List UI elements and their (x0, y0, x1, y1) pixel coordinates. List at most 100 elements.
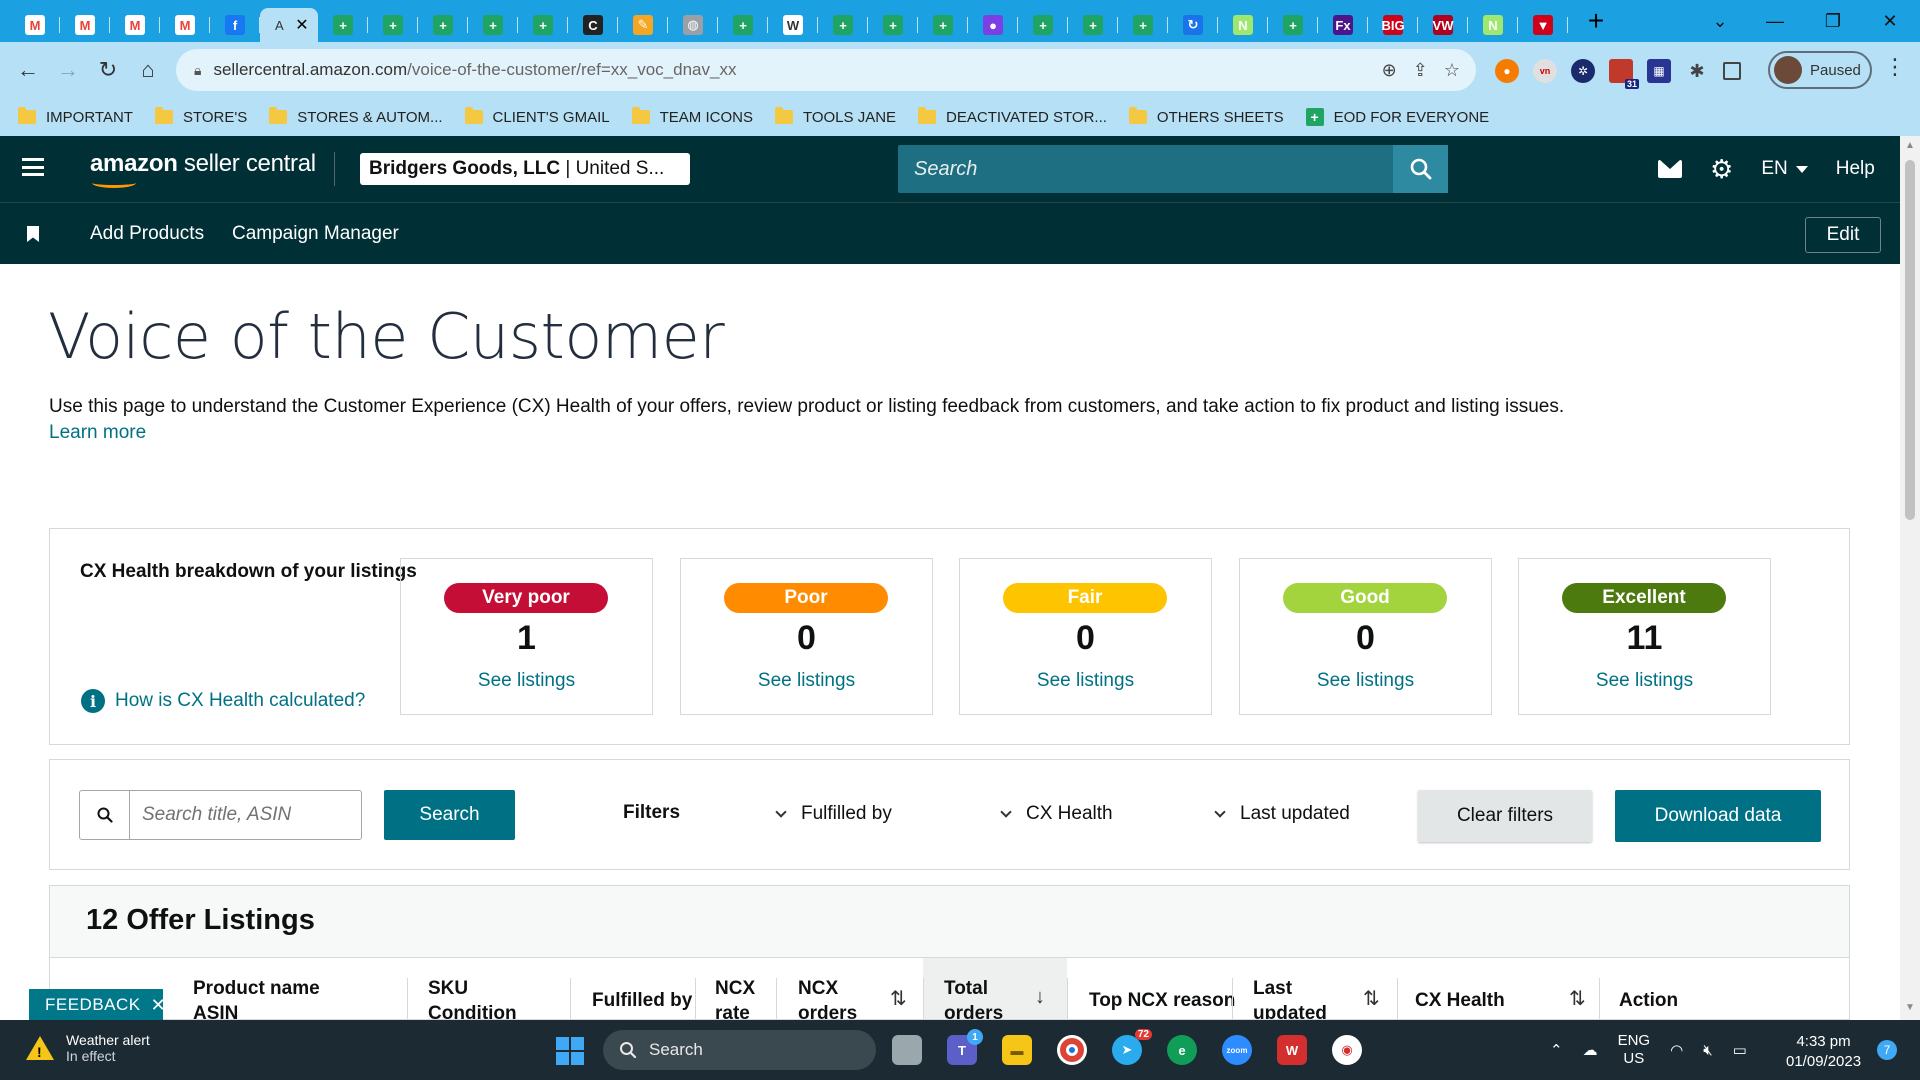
browser-tab[interactable]: ▼ (1518, 8, 1568, 42)
column-header[interactable]: Action (1619, 988, 1678, 1013)
profile-button[interactable]: Paused (1768, 51, 1872, 89)
browser-menu-icon[interactable]: ⋮ (1884, 54, 1906, 80)
browser-tab[interactable]: + (318, 8, 368, 42)
browser-tab[interactable]: + (418, 8, 468, 42)
column-header[interactable]: Top NCX reason (1089, 988, 1235, 1013)
minimize-icon[interactable]: — (1745, 0, 1805, 42)
bookmark-icon[interactable] (27, 226, 39, 242)
account-switcher[interactable]: Bridgers Goods, LLC | United S... (360, 153, 690, 185)
browser-tab[interactable]: C (568, 8, 618, 42)
browser-tab[interactable]: f (210, 8, 260, 42)
browser-tab[interactable]: M (60, 8, 110, 42)
taskbar-search[interactable]: Search (603, 1030, 876, 1070)
browser-tab[interactable]: Fx (1318, 8, 1368, 42)
gear-icon[interactable]: ⚙ (1710, 156, 1733, 182)
column-header[interactable]: Fulfilled by (592, 988, 692, 1013)
bookmark-item[interactable]: TOOLS JANE (774, 107, 896, 126)
browser-tab[interactable]: + (368, 8, 418, 42)
browser-tab[interactable]: + (468, 8, 518, 42)
wifi-icon[interactable]: ◠ (1670, 1041, 1683, 1059)
close-icon[interactable]: ✕ (151, 995, 167, 1016)
forward-icon[interactable]: → (48, 50, 88, 90)
app-icon[interactable]: ◉ (1332, 1035, 1362, 1065)
back-icon[interactable]: ← (8, 50, 48, 90)
share-icon[interactable]: ⇪ (1413, 60, 1428, 81)
sort-icon[interactable]: ⇅ (1569, 986, 1586, 1011)
browser-tab[interactable]: ✎ (618, 8, 668, 42)
global-search-input[interactable] (898, 157, 1388, 181)
feedback-button[interactable]: FEEDBACK ✕ (29, 989, 166, 1021)
puzzle-icon[interactable]: ✱ (1685, 59, 1709, 83)
see-listings-link[interactable]: See listings (1519, 670, 1770, 692)
language-selector[interactable]: EN (1761, 158, 1808, 180)
zoom-icon[interactable]: zoom (1222, 1035, 1252, 1065)
sort-icon[interactable]: ⇅ (1363, 986, 1380, 1011)
bookmark-item[interactable]: IMPORTANT (18, 107, 133, 126)
browser-tab[interactable]: + (1018, 8, 1068, 42)
cx-health-help[interactable]: i How is CX Health calculated? (81, 689, 365, 713)
bookmark-item[interactable]: STORE'S (154, 107, 247, 126)
bookmark-star-icon[interactable]: ☆ (1444, 60, 1460, 81)
telegram-icon[interactable]: ➤ 72 (1112, 1029, 1152, 1065)
windows-start-icon[interactable] (556, 1037, 584, 1065)
browser-tab[interactable]: + (1268, 8, 1318, 42)
learn-more-link[interactable]: Learn more (49, 422, 146, 444)
cx-health-dropdown[interactable]: CX Health (1000, 803, 1113, 825)
edit-nav-button[interactable]: Edit (1805, 217, 1881, 253)
bookmark-item[interactable]: OTHERS SHEETS (1128, 107, 1284, 126)
nav-campaign-manager[interactable]: Campaign Manager (232, 223, 399, 245)
extension-icon[interactable]: ● (1495, 59, 1519, 83)
browser-tab[interactable]: + (718, 8, 768, 42)
scrollbar-thumb[interactable] (1905, 160, 1915, 520)
wps-icon[interactable]: W (1277, 1035, 1307, 1065)
sort-descending-icon[interactable]: ↓ (1035, 986, 1045, 1009)
search-icon[interactable] (1393, 145, 1448, 193)
browser-tab[interactable]: BIG (1368, 8, 1418, 42)
home-icon[interactable]: ⌂ (128, 50, 168, 90)
task-view-icon[interactable] (892, 1035, 922, 1065)
battery-icon[interactable]: ▭ (1733, 1041, 1747, 1059)
browser-tab[interactable]: ◍ (668, 8, 718, 42)
browser-tab[interactable]: M (10, 8, 60, 42)
search-button[interactable]: Search (384, 790, 515, 840)
help-link[interactable]: Help (1836, 158, 1875, 180)
cloud-icon[interactable]: ☁ (1583, 1041, 1598, 1059)
column-header[interactable]: SKU Condition (428, 976, 517, 1019)
zoom-icon[interactable]: ⊕ (1382, 60, 1397, 81)
sort-icon[interactable]: ⇅ (890, 986, 907, 1011)
bookmark-item[interactable]: + EOD FOR EVERYONE (1305, 108, 1489, 126)
browser-tab[interactable]: ● (968, 8, 1018, 42)
language-indicator[interactable]: ENG US (1618, 1032, 1651, 1068)
column-header[interactable]: NCX orders (798, 976, 857, 1019)
edge-icon[interactable]: e (1167, 1035, 1197, 1065)
column-header[interactable]: CX Health (1415, 988, 1505, 1013)
browser-tab[interactable]: M (160, 8, 210, 42)
browser-tab[interactable]: N (1218, 8, 1268, 42)
close-window-icon[interactable]: ✕ (1860, 0, 1920, 42)
browser-tab[interactable]: + (868, 8, 918, 42)
teams-icon[interactable]: T1 (947, 1029, 983, 1065)
extension-icon[interactable]: ▦ (1647, 59, 1671, 83)
column-header[interactable]: Product name ASIN (193, 976, 320, 1019)
page-scrollbar[interactable]: ▲ ▼ (1900, 136, 1920, 1020)
weather-widget[interactable]: ! Weather alert In effect (26, 1032, 150, 1064)
download-data-button[interactable]: Download data (1615, 790, 1821, 842)
chevron-up-icon[interactable]: ⌃ (1550, 1041, 1563, 1059)
extension-icon[interactable]: ✲ (1571, 59, 1595, 83)
extension-icon[interactable]: vn (1533, 59, 1557, 83)
browser-tab[interactable]: + (1118, 8, 1168, 42)
clear-filters-button[interactable]: Clear filters (1418, 790, 1592, 842)
see-listings-link[interactable]: See listings (681, 670, 932, 692)
address-bar[interactable]: 🔒︎ sellercentral.amazon.com/voice-of-the… (176, 49, 1476, 91)
scroll-down-icon[interactable]: ▼ (1905, 1002, 1915, 1013)
column-header[interactable]: NCX rate (715, 976, 755, 1019)
tab-search-icon[interactable]: ⌄ (1690, 0, 1750, 42)
nav-add-products[interactable]: Add Products (90, 223, 204, 245)
browser-tab[interactable]: + (1068, 8, 1118, 42)
see-listings-link[interactable]: See listings (401, 670, 652, 692)
reload-icon[interactable]: ↻ (88, 50, 128, 90)
menu-icon[interactable] (22, 158, 44, 176)
see-listings-link[interactable]: See listings (1240, 670, 1491, 692)
amazon-seller-central-logo[interactable]: amazon seller central (90, 150, 316, 188)
notification-count[interactable]: 7 (1877, 1040, 1897, 1060)
